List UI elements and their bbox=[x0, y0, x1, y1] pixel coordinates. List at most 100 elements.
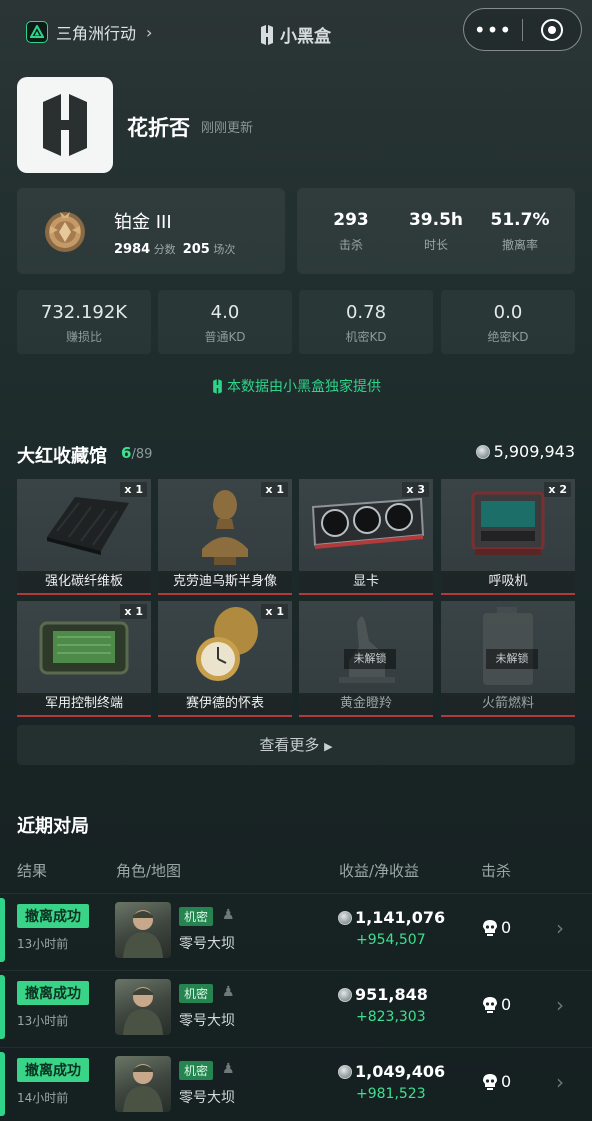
coin-icon bbox=[475, 444, 490, 459]
collection-item-locked[interactable]: 未解锁 黄金瞪羚 bbox=[299, 601, 433, 717]
collection-item[interactable]: x 3 显卡 bbox=[299, 479, 433, 595]
map-name: 零号大坝 bbox=[179, 1090, 235, 1106]
item-name: 克劳迪乌斯半身像 bbox=[158, 571, 292, 595]
item-name: 军用控制终端 bbox=[17, 693, 151, 717]
item-quantity: x 1 bbox=[261, 604, 288, 619]
rank-details: 2984 分数 205 场次 bbox=[114, 241, 235, 257]
chevron-right-icon[interactable]: › bbox=[556, 1070, 564, 1094]
kills-value: 0 bbox=[501, 1072, 512, 1091]
stat-playtime: 39.5h 时长 bbox=[396, 210, 476, 253]
game-name: 三角洲行动 bbox=[56, 24, 137, 43]
kd-top-secret: 0.0 绝密KD bbox=[441, 290, 575, 354]
match-row[interactable]: 撤离成功 13小时前 机密 ♟ 零号大坝 951,848 +823,303 0 … bbox=[0, 970, 592, 1042]
fuel-canister-icon bbox=[483, 607, 533, 685]
close-circle-icon bbox=[541, 18, 563, 41]
delta-force-logo-icon bbox=[26, 21, 48, 43]
map-name: 零号大坝 bbox=[179, 1013, 235, 1029]
heybox-small-logo-icon bbox=[213, 378, 222, 394]
recent-matches-title: 近期对局 bbox=[17, 816, 89, 837]
collection-item-locked[interactable]: 未解锁 火箭燃料 bbox=[441, 601, 575, 717]
heybox-avatar-logo-icon bbox=[43, 94, 87, 156]
rank-panel: 铂金 III 2984 分数 205 场次 bbox=[17, 188, 285, 274]
match-income: 1,141,076 bbox=[338, 908, 445, 927]
mini-program-capsule: ••• bbox=[463, 8, 582, 51]
operator-avatar bbox=[115, 902, 171, 958]
game-switcher[interactable]: 三角洲行动 › bbox=[26, 20, 152, 44]
item-name: 火箭燃料 bbox=[441, 693, 575, 717]
person-icon: ♟ bbox=[222, 1061, 235, 1077]
match-row[interactable]: 撤离成功 14小时前 机密 ♟ 零号大坝 1,049,406 +981,523 … bbox=[0, 1047, 592, 1119]
income-value: 1,049,406 bbox=[355, 1062, 446, 1081]
item-quantity: x 1 bbox=[120, 482, 147, 497]
item-quantity: x 3 bbox=[402, 482, 429, 497]
result-badge: 撤离成功 bbox=[17, 981, 89, 1005]
skull-icon bbox=[483, 919, 497, 936]
platinum-rank-badge-icon bbox=[45, 212, 85, 252]
coin-icon bbox=[338, 987, 352, 1002]
username: 花折否 bbox=[127, 116, 190, 140]
match-row[interactable]: 撤离成功 13小时前 机密 ♟ 零号大坝 1,141,076 +954,507 … bbox=[0, 893, 592, 965]
item-name: 黄金瞪羚 bbox=[299, 693, 433, 717]
kd-normal: 4.0 普通KD bbox=[158, 290, 292, 354]
match-income: 1,049,406 bbox=[338, 1062, 445, 1081]
collection-total: /89 bbox=[131, 447, 153, 462]
result-indicator bbox=[0, 898, 5, 962]
item-name: 显卡 bbox=[299, 571, 433, 595]
rank-score-unit: 分数 bbox=[153, 243, 176, 256]
result-badge: 撤离成功 bbox=[17, 1058, 89, 1082]
result-indicator bbox=[0, 975, 5, 1039]
more-options-icon[interactable]: ••• bbox=[464, 20, 522, 40]
header-result: 结果 bbox=[17, 862, 48, 880]
chevron-right-icon[interactable]: › bbox=[556, 916, 564, 940]
stat-value: 51.7% bbox=[490, 210, 550, 230]
item-quantity: x 2 bbox=[544, 482, 571, 497]
header-income: 收益/净收益 bbox=[339, 862, 420, 880]
stat-kills: 293 击杀 bbox=[311, 210, 391, 253]
collection-item[interactable]: x 1 军用控制终端 bbox=[17, 601, 151, 717]
collection-item[interactable]: x 1 强化碳纤维板 bbox=[17, 479, 151, 595]
net-income: +954,507 bbox=[356, 932, 426, 948]
collection-owned: 6 bbox=[121, 444, 132, 462]
chevron-right-icon[interactable]: › bbox=[556, 993, 564, 1017]
operator-avatar bbox=[115, 1056, 171, 1112]
item-quantity: x 1 bbox=[261, 482, 288, 497]
kills-value: 0 bbox=[501, 918, 512, 937]
income-value: 1,141,076 bbox=[355, 908, 446, 927]
net-income: +823,303 bbox=[356, 1009, 426, 1025]
item-quantity: x 1 bbox=[120, 604, 147, 619]
item-name: 赛伊德的怀表 bbox=[158, 693, 292, 717]
collection-item[interactable]: x 2 呼吸机 bbox=[441, 479, 575, 595]
see-more-button[interactable]: 查看更多 ▶ bbox=[17, 725, 575, 765]
rank-score: 2984 bbox=[114, 242, 151, 257]
kd-value: 0.0 bbox=[493, 302, 523, 323]
close-program-button[interactable] bbox=[523, 18, 581, 41]
collection-item[interactable]: x 1 赛伊德的怀表 bbox=[158, 601, 292, 717]
kd-label: 赚损比 bbox=[65, 330, 102, 344]
collection-title: 大红收藏馆 bbox=[17, 446, 107, 467]
kd-label: 绝密KD bbox=[487, 330, 529, 344]
collection-wealth: 5,909,943 bbox=[475, 442, 575, 461]
locked-label: 未解锁 bbox=[486, 649, 538, 669]
avatar[interactable] bbox=[17, 77, 113, 173]
net-income: +981,523 bbox=[356, 1086, 426, 1102]
brand: 小黑盒 bbox=[258, 22, 331, 47]
kd-value: 732.192K bbox=[40, 302, 128, 323]
kd-label: 机密KD bbox=[345, 330, 387, 344]
update-status: 刚刚更新 bbox=[201, 121, 254, 136]
match-kills: 0 bbox=[483, 1072, 511, 1091]
map-name: 零号大坝 bbox=[179, 936, 235, 952]
stat-label: 时长 bbox=[423, 238, 448, 252]
stat-label: 撤离率 bbox=[501, 238, 538, 252]
brand-name: 小黑盒 bbox=[280, 27, 331, 47]
person-icon: ♟ bbox=[222, 984, 235, 1000]
kd-value: 4.0 bbox=[210, 302, 240, 323]
match-kills: 0 bbox=[483, 918, 511, 937]
income-value: 951,848 bbox=[355, 985, 428, 1004]
match-kills: 0 bbox=[483, 995, 511, 1014]
top-bar: 三角洲行动 › 小黑盒 ••• bbox=[0, 0, 592, 64]
collection-item[interactable]: x 1 克劳迪乌斯半身像 bbox=[158, 479, 292, 595]
operator-avatar bbox=[115, 979, 171, 1035]
summary-stats-panel: 293 击杀 39.5h 时长 51.7% 撤离率 bbox=[297, 188, 575, 274]
stat-value: 293 bbox=[333, 210, 369, 230]
result-badge: 撤离成功 bbox=[17, 904, 89, 928]
